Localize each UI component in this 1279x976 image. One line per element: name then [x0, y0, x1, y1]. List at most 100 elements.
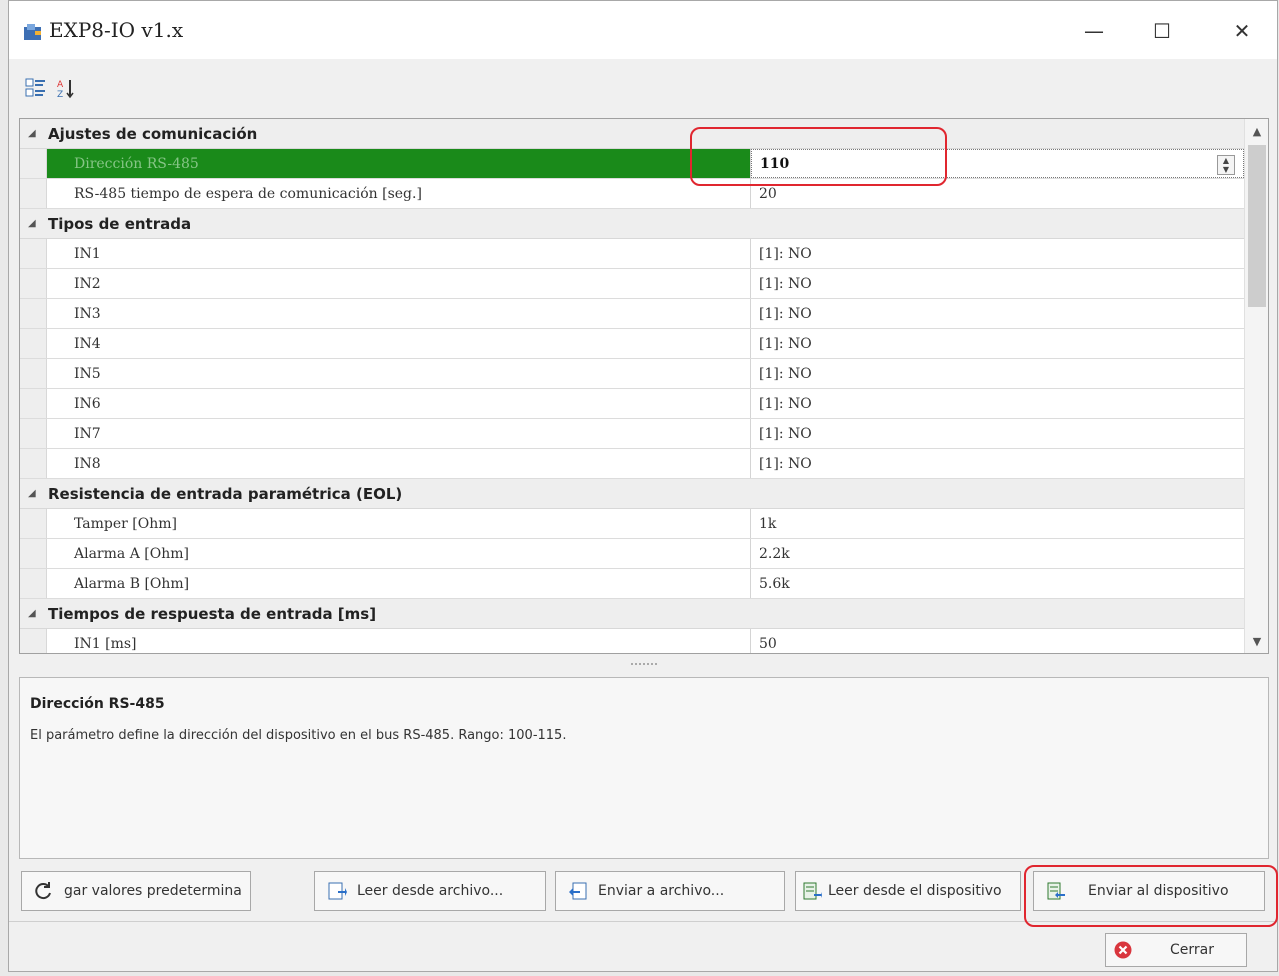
close-window-button[interactable]: ✕ [1217, 11, 1267, 51]
property-name[interactable]: Alarma A [Ohm] [47, 539, 751, 568]
row-gutter [20, 509, 47, 538]
property-name[interactable]: IN5 [47, 359, 751, 388]
property-grid: ◢ Ajustes de comunicación Dirección RS-485… [19, 118, 1269, 654]
property-value[interactable]: [1]: NO [751, 239, 1244, 268]
property-value-text: [1]: NO [759, 305, 812, 322]
category-header[interactable]: ◢ Resistencia de entrada paramétrica (EOL… [20, 479, 1244, 509]
window-title: EXP8-IO v1.x [49, 18, 184, 42]
maximize-button[interactable]: ☐ [1137, 11, 1187, 51]
property-row[interactable]: IN1 [ms] 50 [20, 629, 1244, 653]
scroll-down-icon[interactable]: ▼ [1245, 629, 1268, 653]
category-label: Ajustes de comunicación [48, 124, 258, 143]
row-gutter [20, 359, 47, 388]
row-gutter [20, 419, 47, 448]
property-value[interactable]: [1]: NO [751, 329, 1244, 358]
splitter-grip[interactable] [631, 663, 657, 665]
row-gutter [20, 329, 47, 358]
close-label: Cerrar [1170, 942, 1214, 958]
refresh-icon [35, 882, 51, 900]
property-value[interactable]: [1]: NO [751, 449, 1244, 478]
title-bar: EXP8-IO v1.x — ☐ ✕ [9, 1, 1277, 59]
property-row[interactable]: IN5 [1]: NO [20, 359, 1244, 389]
property-row[interactable]: Alarma B [Ohm] 5.6k [20, 569, 1244, 599]
collapse-triangle-icon[interactable]: ◢ [28, 608, 42, 619]
splitter[interactable] [19, 657, 1269, 673]
property-value-text: 2.2k [759, 545, 790, 562]
minimize-button[interactable]: — [1069, 11, 1119, 51]
svg-text:Z: Z [57, 90, 63, 99]
collapse-triangle-icon[interactable]: ◢ [28, 488, 42, 499]
description-panel: Dirección RS-485 El parámetro define la … [19, 677, 1269, 859]
property-row[interactable]: IN3 [1]: NO [20, 299, 1244, 329]
property-value[interactable]: [1]: NO [751, 299, 1244, 328]
property-value[interactable]: 5.6k [751, 569, 1244, 598]
category-label: Tiempos de respuesta de entrada [ms] [48, 604, 377, 623]
property-name[interactable]: Tamper [Ohm] [47, 509, 751, 538]
row-gutter [20, 269, 47, 298]
row-gutter [20, 449, 47, 478]
property-value[interactable]: [1]: NO [751, 359, 1244, 388]
property-row[interactable]: IN1 [1]: NO [20, 239, 1244, 269]
property-row[interactable]: Alarma A [Ohm] 2.2k [20, 539, 1244, 569]
property-value-text: [1]: NO [759, 425, 812, 442]
property-row[interactable]: Tamper [Ohm] 1k [20, 509, 1244, 539]
property-value[interactable]: 1k [751, 509, 1244, 538]
property-name[interactable]: Alarma B [Ohm] [47, 569, 751, 598]
close-button[interactable]: Cerrar [1105, 933, 1247, 967]
property-rows: ◢ Ajustes de comunicación Dirección RS-485… [20, 119, 1244, 653]
category-label: Resistencia de entrada paramétrica (EOL) [48, 484, 403, 503]
property-row[interactable]: IN4 [1]: NO [20, 329, 1244, 359]
category-header[interactable]: ◢ Tipos de entrada [20, 209, 1244, 239]
property-value-text: 5.6k [759, 575, 790, 592]
property-row[interactable]: RS-485 tiempo de espera de comunicación … [20, 179, 1244, 209]
row-gutter [20, 299, 47, 328]
load-defaults-button[interactable]: gar valores predetermina [21, 871, 251, 911]
send-button-highlight-annotation [1024, 865, 1278, 927]
property-row[interactable]: IN7 [1]: NO [20, 419, 1244, 449]
property-name[interactable]: IN2 [47, 269, 751, 298]
scroll-up-icon[interactable]: ▲ [1245, 119, 1268, 143]
property-value-text: [1]: NO [759, 455, 812, 472]
property-row[interactable]: IN8 [1]: NO [20, 449, 1244, 479]
category-label: Tipos de entrada [48, 214, 192, 233]
category-header[interactable]: ◢ Tiempos de respuesta de entrada [ms] [20, 599, 1244, 629]
row-gutter [20, 539, 47, 568]
load-defaults-label: gar valores predetermina [64, 883, 242, 899]
property-value-text: 1k [759, 515, 777, 532]
grid-vertical-scrollbar[interactable]: ▲ ▼ [1244, 119, 1268, 653]
property-name[interactable]: IN7 [47, 419, 751, 448]
collapse-triangle-icon[interactable]: ◢ [28, 218, 42, 229]
property-value-text: [1]: NO [759, 275, 812, 292]
description-title: Dirección RS-485 [30, 696, 165, 712]
collapse-triangle-icon[interactable]: ◢ [28, 128, 42, 139]
property-value[interactable]: [1]: NO [751, 389, 1244, 418]
send-to-file-label: Enviar a archivo... [598, 883, 725, 899]
property-name[interactable]: IN1 [ms] [47, 629, 751, 653]
property-name[interactable]: IN6 [47, 389, 751, 418]
property-row[interactable]: IN6 [1]: NO [20, 389, 1244, 419]
property-name[interactable]: Dirección RS-485 [47, 149, 751, 178]
scroll-thumb[interactable] [1248, 145, 1266, 307]
alphabetical-sort-icon[interactable]: A Z [55, 77, 77, 99]
read-from-file-button[interactable]: Leer desde archivo... [314, 871, 546, 911]
property-value[interactable]: [1]: NO [751, 419, 1244, 448]
property-name[interactable]: IN8 [47, 449, 751, 478]
property-value-text: [1]: NO [759, 395, 812, 412]
property-value[interactable]: [1]: NO [751, 269, 1244, 298]
read-file-icon [328, 882, 347, 900]
property-name[interactable]: RS-485 tiempo de espera de comunicación … [47, 179, 751, 208]
property-name[interactable]: IN1 [47, 239, 751, 268]
property-row[interactable]: Dirección RS-485 110 ▲ ▼ [20, 149, 1244, 179]
spinner-icon[interactable]: ▲ ▼ [1217, 155, 1235, 175]
category-header[interactable]: ◢ Ajustes de comunicación [20, 119, 1244, 149]
send-to-file-button[interactable]: Enviar a archivo... [555, 871, 785, 911]
categorized-view-icon[interactable] [25, 77, 47, 99]
property-value[interactable]: 50 [751, 629, 1244, 653]
property-value[interactable]: 2.2k [751, 539, 1244, 568]
property-row[interactable]: IN2 [1]: NO [20, 269, 1244, 299]
read-from-device-button[interactable]: Leer desde el dispositivo [795, 871, 1021, 911]
property-name[interactable]: IN4 [47, 329, 751, 358]
row-gutter [20, 179, 47, 208]
property-name[interactable]: IN3 [47, 299, 751, 328]
row-gutter [20, 149, 47, 178]
